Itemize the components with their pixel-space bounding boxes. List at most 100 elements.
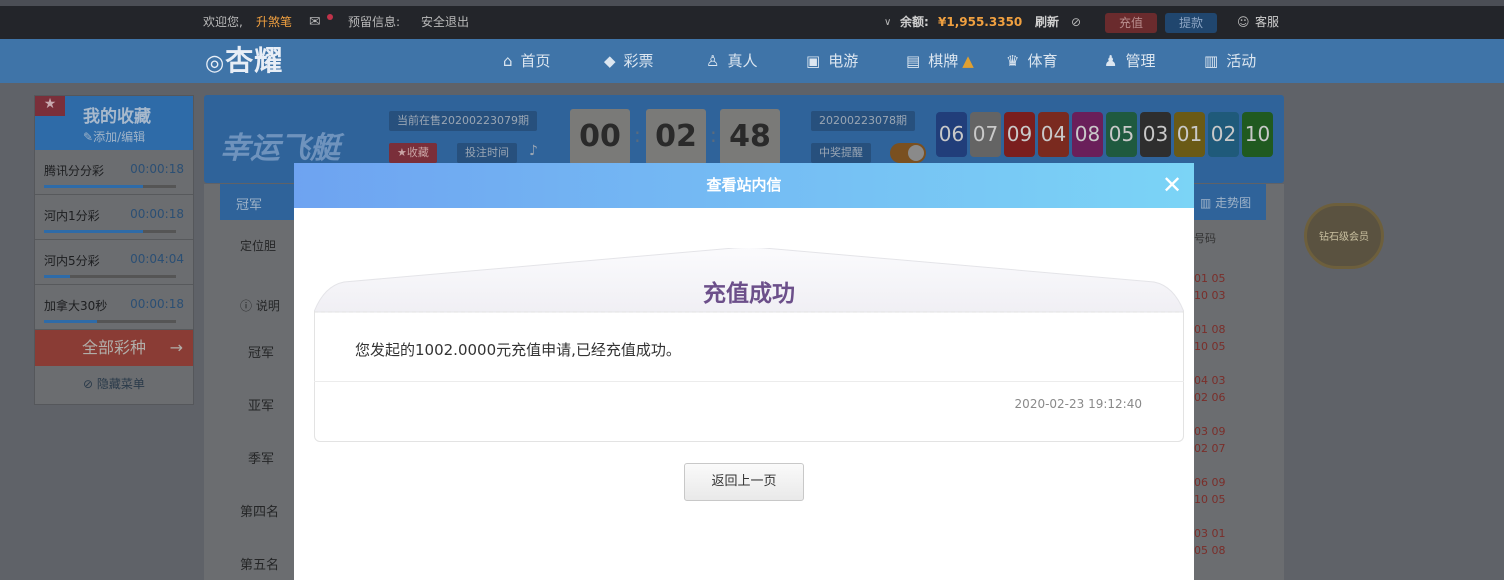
nav-item-lottery[interactable]: ◆ 彩票 [604, 39, 654, 83]
code-cell: 01 08 10 05 [1194, 321, 1264, 355]
code-line: 10 05 [1194, 340, 1226, 353]
star-icon: ★ [35, 96, 65, 116]
tab-champion[interactable]: 冠军 [236, 194, 262, 213]
nav-item-home[interactable]: ⌂ 首页 [503, 39, 551, 83]
arcade-icon: ▣ [806, 52, 821, 70]
favorite-item[interactable]: 腾讯分分彩 00:00:18 [35, 150, 193, 195]
favorite-item[interactable]: 河内1分彩 00:00:18 [35, 195, 193, 240]
row-label: 季军 [248, 452, 275, 467]
gift-icon: ▥ [1204, 52, 1219, 70]
withdraw-button[interactable]: 提款 [1165, 13, 1217, 33]
bet-time-button[interactable]: 投注时间 [457, 143, 517, 163]
pencil-icon: ✎ [83, 130, 94, 144]
win-alert-toggle[interactable] [890, 143, 926, 163]
close-icon[interactable]: ✕ [1160, 171, 1184, 199]
nav-item-cards[interactable]: ▤ 棋牌 ▲ [906, 39, 974, 83]
message-body: 您发起的1002.0000元充值申请,已经充值成功。 [355, 341, 681, 359]
info-icon: ⓘ [240, 299, 256, 313]
row-label: 第四名 [240, 505, 280, 520]
nav-item-manage[interactable]: ♟ 管理 [1104, 39, 1155, 83]
result-ball: 05 [1106, 112, 1137, 157]
code-header: 号码 [1194, 232, 1216, 245]
favorite-countdown: 00:00:18 [130, 162, 184, 176]
dingweidan-tab[interactable]: 定位胆 [240, 237, 276, 254]
code-line: 02 06 [1194, 391, 1226, 404]
ticket-icon: ◆ [604, 52, 616, 70]
favorite-item[interactable]: 河内5分彩 00:04:04 [35, 240, 193, 285]
cards-icon: ▤ [906, 52, 921, 70]
edit-label: 添加/编辑 [93, 130, 146, 144]
trend-label: 走势图 [1215, 196, 1252, 210]
code-line: 06 09 [1194, 476, 1226, 489]
nav-label: 首页 [520, 52, 551, 70]
nav-item-events[interactable]: ▥ 活动 [1204, 39, 1256, 83]
favorite-name: 河内1分彩 [44, 209, 100, 223]
nav-item-slots[interactable]: ▣ 电游 [806, 39, 858, 83]
all-games-button[interactable]: 全部彩种 → [35, 330, 193, 366]
mail-icon[interactable]: ✉ [309, 6, 321, 39]
favorite-countdown: 00:00:18 [130, 207, 184, 221]
favorites-edit-link[interactable]: ✎添加/编辑 [83, 128, 145, 145]
speaker-icon[interactable]: ♪ [529, 143, 538, 159]
recharge-button[interactable]: 充值 [1105, 13, 1157, 33]
code-cell: 03 01 05 08 [1194, 525, 1264, 559]
code-line: 03 09 [1194, 425, 1226, 438]
code-line: 05 08 [1194, 544, 1226, 557]
person-icon: ♙ [706, 52, 720, 70]
code-line: 01 05 [1194, 272, 1226, 285]
notice-label[interactable]: 预留信息: [348, 6, 400, 39]
explain-link[interactable]: ⓘ 说明 [240, 297, 280, 314]
nav-label: 电游 [828, 52, 859, 70]
logo[interactable]: ◎杏耀 [205, 43, 283, 79]
favorite-progress [44, 185, 176, 188]
explain-label: 说明 [255, 299, 280, 313]
row-label: 亚军 [248, 399, 275, 414]
favorites-panel: ★ 我的收藏 ✎添加/编辑 腾讯分分彩 00:00:18 河内1分彩 00:00:18… [34, 95, 194, 405]
code-line: 02 07 [1194, 442, 1226, 455]
back-button[interactable]: 返回上一页 [684, 463, 804, 501]
colon: : [634, 123, 641, 147]
countdown-minutes: 02 [646, 109, 706, 165]
result-ball: 02 [1208, 112, 1239, 157]
favorite-countdown: 00:00:18 [130, 297, 184, 311]
favorite-countdown: 00:04:04 [130, 252, 184, 266]
favorite-item[interactable]: 加拿大30秒 00:00:18 [35, 285, 193, 330]
trophy-icon: ♛ [1006, 52, 1020, 70]
refresh-link[interactable]: 刷新 [1035, 6, 1059, 39]
nav-label: 体育 [1027, 52, 1058, 70]
username[interactable]: 升煞笔 [256, 6, 292, 39]
result-ball: 08 [1072, 112, 1103, 157]
top-bar: 欢迎您, 升煞笔 ✉ 预留信息: 安全退出 ∨ 余额: ¥1,955.3350 … [0, 6, 1504, 39]
eye-slash-icon[interactable]: ⊘ [1071, 6, 1081, 39]
code-cell: 04 03 02 06 [1194, 372, 1264, 406]
nav-item-sports[interactable]: ♛ 体育 [1006, 39, 1057, 83]
result-ball: 06 [936, 112, 967, 157]
nav-label: 真人 [727, 52, 758, 70]
service-link[interactable]: 客服 [1255, 6, 1279, 39]
message-modal: 查看站内信 ✕ 充值成功 您发起的1002.0000元充值申请,已经充值成功。 … [294, 163, 1194, 580]
hide-menu-button[interactable]: ⊘ 隐藏菜单 [35, 366, 193, 402]
nav-label: 棋牌 [928, 52, 959, 70]
trend-chart-link[interactable]: ▥ 走势图 [1200, 194, 1251, 211]
chevron-down-icon[interactable]: ∨ [884, 6, 891, 39]
nav-label: 彩票 [623, 52, 654, 70]
main-nav: ◎杏耀 ⌂ 首页 ◆ 彩票 ♙ 真人 ▣ 电游 ▤ 棋牌 ▲ ♛ 体育 ♟ 管理 ▥ 活动 [0, 39, 1504, 83]
result-ball: 04 [1038, 112, 1069, 157]
logout-link[interactable]: 安全退出 [421, 6, 469, 39]
nav-item-live[interactable]: ♙ 真人 [706, 39, 757, 83]
all-games-label: 全部彩种 [81, 338, 146, 357]
row-label: 第五名 [240, 558, 280, 573]
arrow-right-icon: → [169, 338, 183, 357]
chat-icon[interactable]: ☺ [1237, 6, 1250, 39]
favorite-progress [44, 230, 176, 233]
collect-button[interactable]: ★收藏 [389, 143, 437, 163]
welcome-text: 欢迎您, [203, 15, 243, 29]
row-label: 冠军 [248, 346, 275, 361]
code-cell: 06 09 10 05 [1194, 474, 1264, 508]
result-ball: 03 [1140, 112, 1171, 157]
message-heading: 充值成功 [703, 281, 795, 307]
current-period: 当前在售20200223079期 [389, 111, 537, 131]
users-icon: ♟ [1104, 52, 1118, 70]
balance-label: 余额: [900, 15, 929, 29]
result-ball: 10 [1242, 112, 1273, 157]
